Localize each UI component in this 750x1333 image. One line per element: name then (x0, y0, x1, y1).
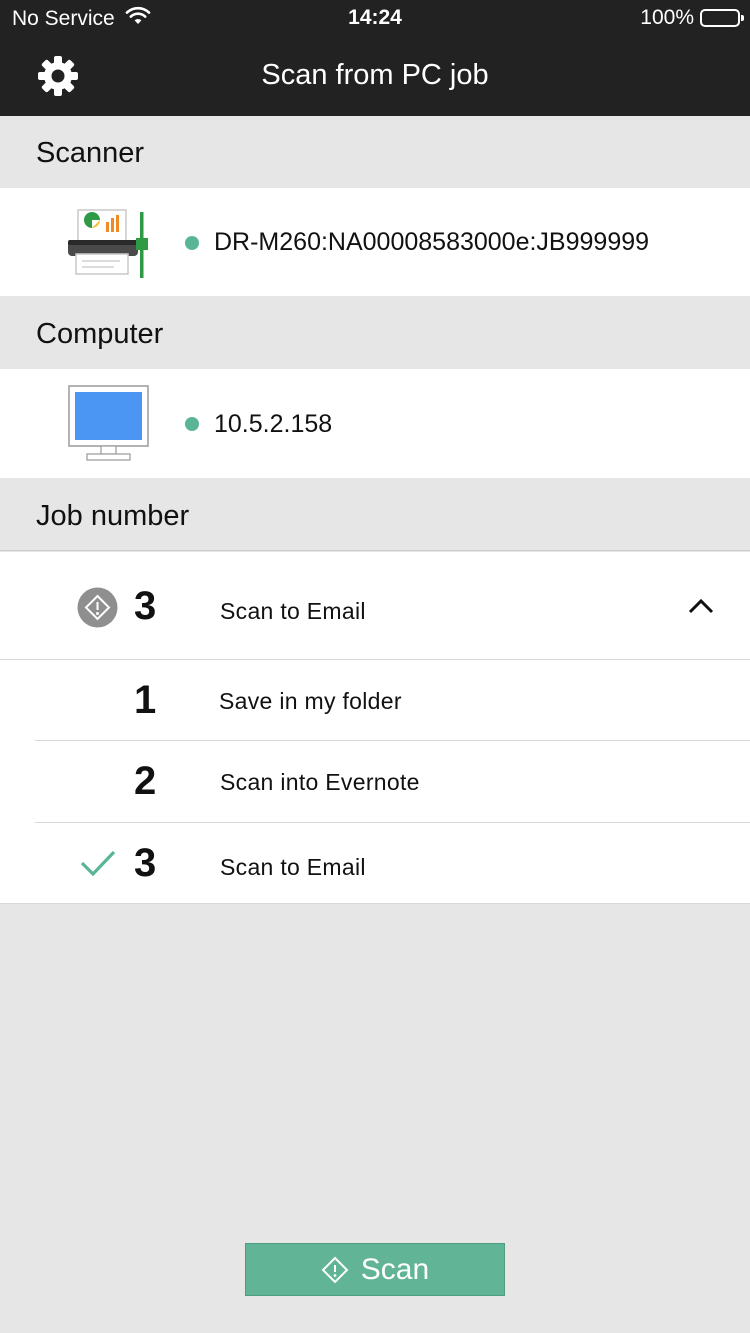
computer-section-label: Computer (36, 318, 164, 350)
computer-address: 10.5.2.158 (214, 410, 333, 438)
battery-icon (700, 9, 744, 27)
job-option-number: 1 (134, 678, 157, 722)
scanner-icon (64, 206, 152, 285)
page-title: Scan from PC job (261, 59, 489, 91)
scanner-row[interactable]: DR-M260:NA00008583000e:JB999999 (0, 188, 750, 296)
scanner-section-header: Scanner (0, 116, 750, 188)
scanner-section-label: Scanner (36, 137, 145, 169)
selected-job-number: 3 (134, 584, 157, 628)
selected-job-label: Scan to Email (220, 598, 366, 624)
scan-button-label: Scan (360, 1252, 430, 1286)
computer-section-header: Computer (0, 296, 750, 369)
job-option-number: 3 (134, 841, 157, 885)
start-icon (321, 1256, 349, 1284)
status-time: 14:24 (348, 6, 402, 29)
job-section-label: Job number (36, 500, 190, 532)
job-option-3[interactable]: 3 Scan to Email (0, 823, 750, 903)
job-option-label: Save in my folder (219, 688, 402, 714)
job-option-2[interactable]: 2 Scan into Evernote (0, 741, 750, 822)
monitor-icon (68, 385, 150, 468)
job-option-1[interactable]: 1 Save in my folder (0, 660, 750, 740)
job-option-number: 2 (134, 759, 157, 803)
job-options-list: 1 Save in my folder 2 Scan into Evernote… (0, 660, 750, 904)
chevron-up-icon[interactable] (688, 598, 714, 619)
scan-button[interactable]: Scan (245, 1243, 505, 1296)
job-option-label: Scan to Email (220, 854, 366, 880)
checkmark-icon (80, 849, 116, 882)
battery-percent: 100% (640, 6, 694, 29)
start-icon (77, 587, 118, 633)
status-right: 100% (640, 6, 744, 30)
job-section-header: Job number (0, 478, 750, 551)
app-header: No Service 14:24 100% Scan from PC job (0, 0, 750, 116)
job-selector[interactable]: 3 Scan to Email (0, 552, 750, 660)
computer-row[interactable]: 10.5.2.158 (0, 369, 750, 478)
job-option-label: Scan into Evernote (220, 769, 420, 795)
scanner-status-dot (185, 236, 199, 250)
computer-status-dot (185, 417, 199, 431)
scanner-device-name: DR-M260:NA00008583000e:JB999999 (214, 228, 650, 256)
